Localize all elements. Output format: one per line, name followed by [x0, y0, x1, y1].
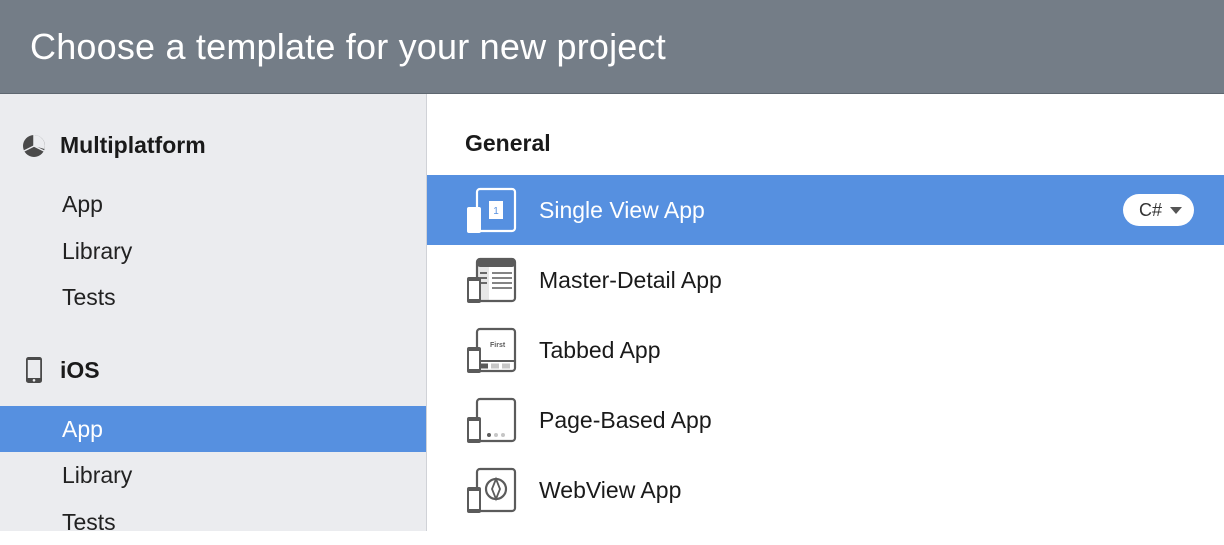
dialog-title: Choose a template for your new project: [30, 26, 666, 68]
template-page-based-app[interactable]: Page-Based App: [427, 385, 1224, 455]
sidebar-category-label: iOS: [60, 357, 100, 384]
dialog-header: Choose a template for your new project: [0, 0, 1224, 94]
sidebar-items-ios: App Library Tests: [0, 406, 426, 545]
tabbed-icon: First: [463, 327, 517, 373]
svg-text:First: First: [490, 342, 506, 349]
sidebar-item-label: App: [62, 416, 103, 442]
master-detail-icon: [463, 257, 517, 303]
template-tabbed-app[interactable]: First Tabbed App: [427, 315, 1224, 385]
language-label: C#: [1139, 200, 1162, 221]
multiplatform-icon: [22, 134, 46, 158]
sidebar-item-multiplatform-library[interactable]: Library: [0, 228, 426, 275]
sidebar-items-multiplatform: App Library Tests: [0, 181, 426, 321]
iphone-icon: [22, 358, 46, 382]
webview-icon: [463, 467, 517, 513]
svg-text:1: 1: [493, 206, 499, 217]
sidebar-item-label: Tests: [62, 284, 116, 310]
sidebar-category-ios[interactable]: iOS: [0, 351, 426, 390]
template-list: General 1 Single View App C#: [427, 94, 1224, 531]
sidebar-category-label: Multiplatform: [60, 132, 206, 159]
single-view-icon: 1: [463, 187, 517, 233]
sidebar: Multiplatform App Library Tests iOS: [0, 94, 427, 531]
sidebar-item-label: Library: [62, 238, 132, 264]
template-master-detail-app[interactable]: Master-Detail App: [427, 245, 1224, 315]
chevron-down-icon: [1170, 207, 1182, 214]
section-heading: General: [427, 124, 1224, 175]
sidebar-item-label: App: [62, 191, 103, 217]
template-webview-app[interactable]: WebView App: [427, 455, 1224, 525]
template-single-view-app[interactable]: 1 Single View App C#: [427, 175, 1224, 245]
sidebar-item-ios-library[interactable]: Library: [0, 452, 426, 499]
template-label: Page-Based App: [539, 407, 1194, 434]
template-label: WebView App: [539, 477, 1194, 504]
sidebar-item-label: Library: [62, 462, 132, 488]
template-label: Tabbed App: [539, 337, 1194, 364]
template-label: Master-Detail App: [539, 267, 1194, 294]
sidebar-item-ios-app[interactable]: App: [0, 406, 426, 453]
sidebar-item-multiplatform-app[interactable]: App: [0, 181, 426, 228]
template-label: Single View App: [539, 197, 1101, 224]
sidebar-category-multiplatform[interactable]: Multiplatform: [0, 126, 426, 165]
content: Multiplatform App Library Tests iOS: [0, 94, 1224, 531]
sidebar-item-multiplatform-tests[interactable]: Tests: [0, 274, 426, 321]
page-based-icon: [463, 397, 517, 443]
language-selector[interactable]: C#: [1123, 194, 1194, 226]
sidebar-item-ios-tests[interactable]: Tests: [0, 499, 426, 545]
